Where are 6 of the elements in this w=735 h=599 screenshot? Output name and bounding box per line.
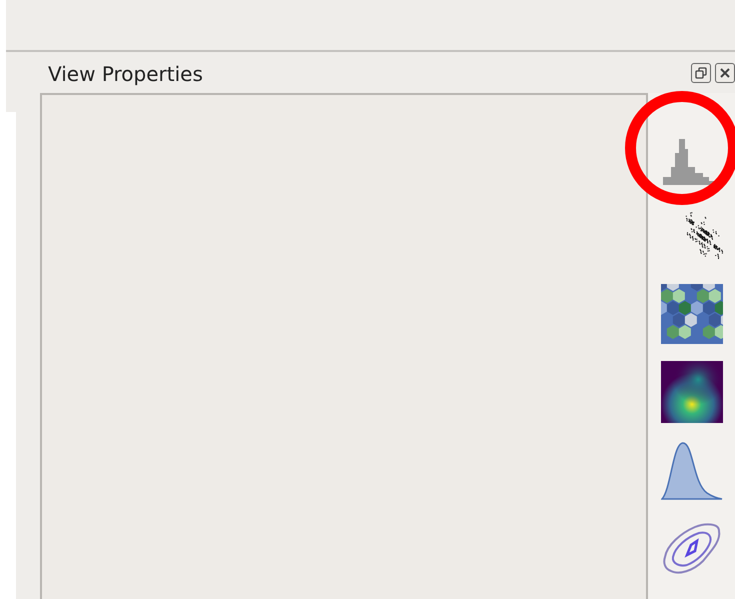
close-button[interactable]: [715, 62, 735, 82]
float-icon: [694, 66, 708, 80]
panel-title: View Properties: [48, 62, 203, 86]
hexbin-icon[interactable]: [660, 283, 722, 345]
float-button[interactable]: [691, 62, 711, 82]
close-icon: [718, 66, 732, 80]
